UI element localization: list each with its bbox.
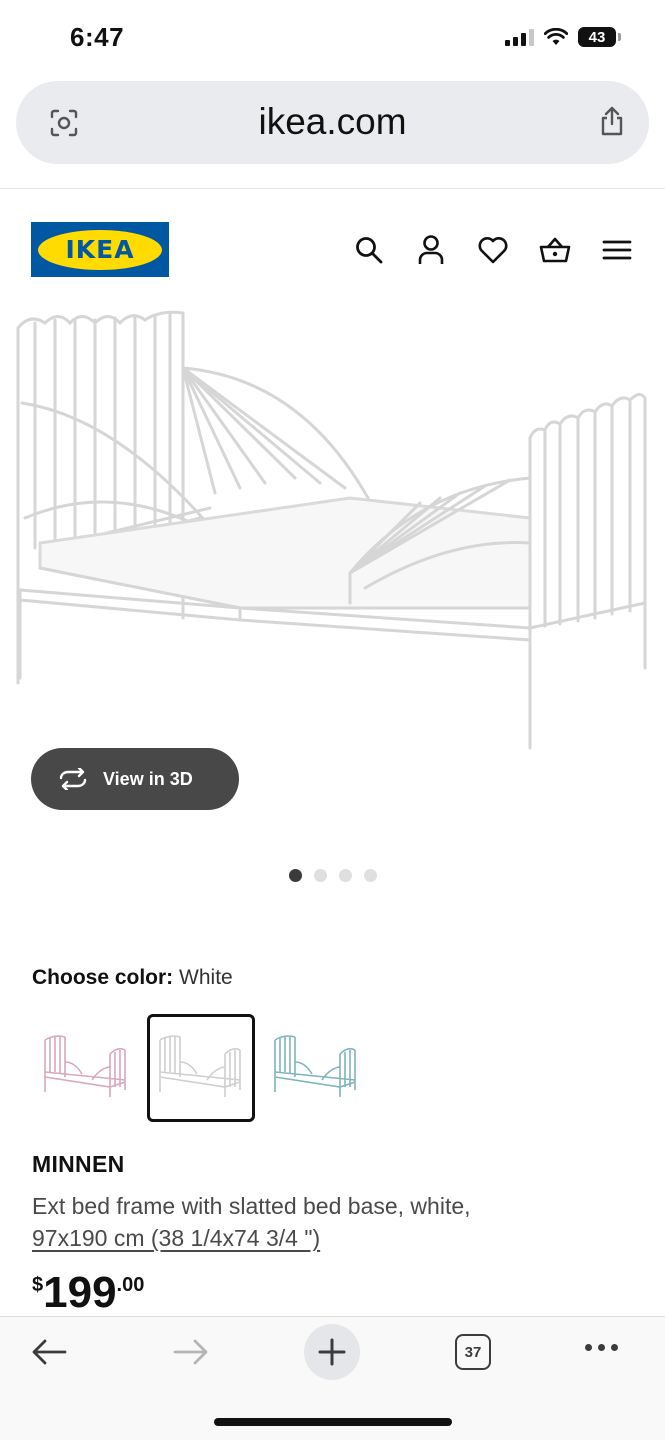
- swatch-pink[interactable]: [32, 1014, 140, 1122]
- header-icons: [350, 233, 640, 267]
- ikea-logo[interactable]: IKEA: [31, 222, 169, 277]
- battery-tip: [618, 33, 621, 41]
- logo-oval: IKEA: [38, 229, 162, 270]
- url-text[interactable]: ikea.com: [16, 101, 649, 143]
- share-icon[interactable]: [597, 105, 627, 137]
- new-tab-plus-icon: [318, 1338, 346, 1366]
- more-icon[interactable]: [585, 1344, 618, 1351]
- product-size-link[interactable]: 97x190 cm (38 1/4x74 3/4 "): [32, 1225, 320, 1252]
- product-name: MINNEN: [32, 1151, 125, 1177]
- wifi-icon: [544, 28, 568, 45]
- status-time: 6:47: [70, 22, 125, 52]
- account-icon[interactable]: [414, 233, 448, 267]
- product-image[interactable]: [0, 308, 665, 758]
- forward-arrow-icon[interactable]: [172, 1337, 210, 1367]
- gallery-dot[interactable]: [314, 869, 327, 882]
- color-swatches: [32, 1014, 372, 1122]
- gallery-dot[interactable]: [289, 869, 302, 882]
- cellular-signal-icon: [505, 28, 534, 46]
- view-in-3d-label: View in 3D: [103, 768, 193, 789]
- battery-icon: 43: [578, 27, 616, 47]
- price-cents: .00: [116, 1274, 145, 1296]
- home-indicator[interactable]: [214, 1418, 452, 1426]
- choose-color-row: Choose color: White: [32, 966, 233, 990]
- gallery-dot[interactable]: [339, 869, 352, 882]
- price-main: 199: [43, 1268, 117, 1317]
- address-bar[interactable]: ikea.com: [16, 81, 649, 164]
- pink-bed-thumbnail: [44, 1035, 126, 1097]
- swatch-turquoise[interactable]: [262, 1014, 370, 1122]
- selected-color-value: White: [179, 966, 233, 989]
- status-icons: 43: [505, 27, 621, 47]
- gallery-dot[interactable]: [364, 869, 377, 882]
- status-bar: 6:47 43: [0, 0, 665, 78]
- price-currency: $: [32, 1274, 44, 1296]
- menu-icon[interactable]: [600, 233, 634, 267]
- swatch-white[interactable]: [147, 1014, 255, 1122]
- white-bed-thumbnail: [159, 1035, 241, 1097]
- new-tab-button[interactable]: [304, 1324, 360, 1380]
- turquoise-bed-thumbnail: [274, 1035, 356, 1097]
- product-price: $ 199 .00: [32, 1268, 144, 1318]
- gallery-pagination: [289, 869, 377, 882]
- tab-count: 37: [464, 1343, 482, 1361]
- product-description: Ext bed frame with slatted bed base, whi…: [32, 1193, 471, 1219]
- view-in-3d-button[interactable]: View in 3D: [31, 748, 239, 810]
- battery-level: 43: [588, 28, 606, 46]
- shopping-basket-icon[interactable]: [538, 233, 572, 267]
- choose-color-label: Choose color:: [32, 966, 174, 989]
- tab-switcher-button[interactable]: 37: [455, 1334, 491, 1370]
- back-arrow-icon[interactable]: [30, 1337, 68, 1367]
- rotate-3d-icon: [59, 768, 87, 790]
- logo-text: IKEA: [65, 235, 135, 264]
- search-icon[interactable]: [352, 233, 386, 267]
- header-divider: [0, 188, 665, 189]
- wishlist-heart-icon[interactable]: [476, 233, 510, 267]
